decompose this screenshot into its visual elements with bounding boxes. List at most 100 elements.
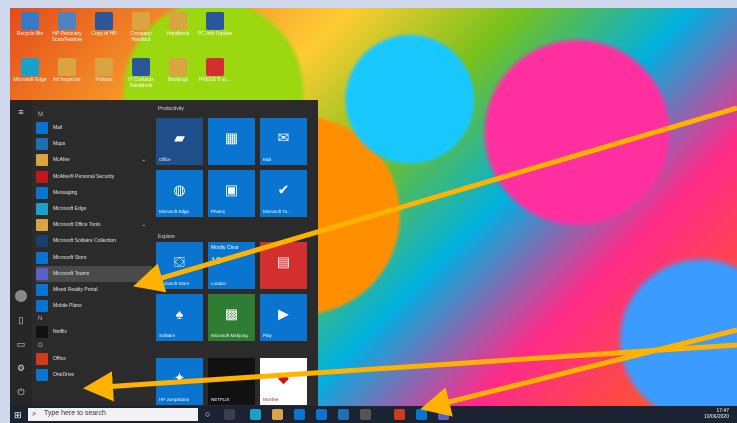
app-list-item[interactable]: Office [36, 351, 152, 367]
app-list-item[interactable]: Microsoft Teams [36, 265, 152, 282]
cortana-icon[interactable]: ○ [205, 409, 216, 420]
outlook-taskbar-icon[interactable] [416, 409, 427, 420]
office-taskbar-icon[interactable] [394, 409, 405, 420]
app-icon [36, 300, 48, 313]
hamburger-icon[interactable]: ≡ [15, 106, 27, 118]
tile-icon: ▩ [224, 305, 239, 322]
app-list-letter[interactable]: M [38, 112, 43, 118]
app-icon [36, 326, 48, 339]
app-list-item[interactable]: Messaging [36, 185, 152, 201]
desktop-icon-label: Bookings [167, 77, 189, 83]
app-icon [36, 352, 48, 365]
start-tile[interactable]: ✔ Microsoft To... [260, 170, 307, 217]
dropbox-icon[interactable] [338, 409, 349, 420]
app-list-item[interactable]: Maps [36, 136, 152, 152]
edge-taskbar-icon[interactable] [250, 409, 261, 420]
desktop-icon[interactable]: HP Recovery Scan/Restore [49, 12, 85, 43]
desktop-file-icon [95, 12, 113, 30]
app-taskbar-icon[interactable] [360, 409, 371, 420]
desktop-icon[interactable]: IT Contacts Handbook [123, 58, 159, 89]
desktop-icon[interactable]: PRESS 9 us... [197, 58, 233, 83]
settings-icon[interactable]: ⚙ [15, 362, 27, 374]
store-taskbar-icon[interactable] [316, 409, 327, 420]
start-tile[interactable]: ☁LondonMostly Clear15° [208, 242, 255, 289]
desktop-file-icon [132, 12, 150, 30]
teams-taskbar-icon[interactable] [438, 409, 449, 420]
tile-label: Microsoft Store [159, 281, 190, 286]
tile-icon: ✔ [277, 181, 290, 198]
tile-icon: ▤ [276, 253, 291, 270]
tile-label: NETFLIX [211, 397, 230, 402]
app-list-item[interactable]: Mail [36, 120, 152, 136]
app-list-item[interactable]: Netflix [36, 324, 152, 340]
tile-label: Play [263, 333, 272, 338]
start-tile[interactable]: NETFLIX [208, 358, 255, 405]
power-icon[interactable]: ⏻ [15, 386, 27, 398]
start-tile[interactable]: ▩ Microsoft Mahjong [208, 294, 255, 341]
desktop-icon[interactable]: Handbook [160, 12, 196, 37]
tile-label: Office [159, 157, 171, 162]
app-icon [36, 251, 48, 264]
start-tile[interactable]: ♠ Solitaire [156, 294, 203, 341]
app-list-item[interactable]: Microsoft Office Tools ⌄ [36, 217, 152, 233]
start-tile[interactable]: ✉ Mail [260, 118, 307, 165]
desktop-icon[interactable]: Copy of HP [86, 12, 122, 37]
app-icon [36, 235, 48, 248]
app-list-letter[interactable]: O [38, 343, 43, 349]
search-input[interactable]: ⌕ Type here to search [28, 408, 198, 421]
pictures-icon[interactable]: ▭ [15, 338, 27, 350]
desktop-icon[interactable]: Kit Inspector [49, 58, 85, 83]
tile-icon: ▦ [224, 129, 239, 146]
app-list-item[interactable]: Mobile Plans [36, 298, 152, 314]
system-tray[interactable]: 17:47 10/06/2020 [704, 408, 729, 420]
desktop-icon[interactable]: Policies [86, 58, 122, 83]
app-icon [36, 138, 48, 151]
desktop-file-icon [206, 12, 224, 30]
desktop-icon-label: Copy of HP [91, 31, 117, 37]
start-tile[interactable]: ▤ [260, 242, 307, 289]
app-list-item[interactable]: McAfee ⌄ [36, 152, 152, 168]
app-icon [36, 154, 48, 167]
start-tile[interactable]: ▦ [208, 118, 255, 165]
desktop-file-icon [132, 58, 150, 76]
tile-icon: ⛋ [174, 253, 185, 270]
app-list-item[interactable]: Microsoft Edge [36, 201, 152, 217]
app-label: Maps [53, 141, 66, 148]
desktop-icon-label: Handbook [166, 31, 190, 37]
task-view-icon[interactable] [224, 409, 235, 420]
desktop-icon-label: PC Info Update [197, 31, 233, 37]
desktop-icon[interactable]: Company Handout [123, 12, 159, 43]
desktop-icon[interactable]: PC Info Update [197, 12, 233, 37]
start-tile[interactable]: ◆ McAfee [260, 358, 307, 405]
app-list-item[interactable]: Mixed Reality Portal [36, 282, 152, 298]
tile-label: McAfee [263, 397, 279, 402]
desktop-icon-label: IT Contacts Handbook [128, 77, 154, 89]
app-list-item[interactable]: McAfee® Personal Security [36, 169, 152, 185]
desktop-icon[interactable]: Bookings [160, 58, 196, 83]
mail-taskbar-icon[interactable] [294, 409, 305, 420]
app-list-item[interactable]: OneDrive [36, 367, 152, 383]
app-label: Mobile Plans [53, 303, 82, 310]
start-tile[interactable]: ◍ Microsoft Edge [156, 170, 203, 217]
document-icon[interactable]: ▯ [15, 314, 27, 326]
desktop-icon[interactable]: Recycle Bin [12, 12, 48, 37]
start-tile[interactable]: ▰ Office [156, 118, 203, 165]
windows-start-icon[interactable]: ⊞ [14, 410, 22, 421]
app-list-letter[interactable]: N [38, 316, 42, 322]
app-list-item[interactable]: Microsoft Solitaire Collection [36, 233, 152, 249]
tile-label: London [211, 281, 227, 286]
desktop-icon-label: Company Handout [130, 31, 152, 43]
start-tile[interactable]: ▶ Play [260, 294, 307, 341]
start-tile[interactable]: ✦ HP JumpStarts [156, 358, 203, 405]
tile-label: Photos [211, 209, 226, 214]
file-explorer-icon[interactable] [272, 409, 283, 420]
desktop-icon[interactable]: Microsoft Edge [12, 58, 48, 83]
start-tile[interactable]: ⛋ Microsoft Store [156, 242, 203, 289]
app-list-item[interactable]: Microsoft Store [36, 250, 152, 266]
desktop-file-icon [206, 58, 224, 76]
start-tile[interactable]: ▣ Photos [208, 170, 255, 217]
tiles-area: Productivity Explore ▰ Office ▦ ✉ Mail ◍ Micro… [156, 106, 316, 406]
avatar-icon[interactable] [15, 290, 27, 302]
group-label-productivity: Productivity [158, 106, 184, 112]
tile-label: Microsoft Mahjong [211, 333, 248, 338]
